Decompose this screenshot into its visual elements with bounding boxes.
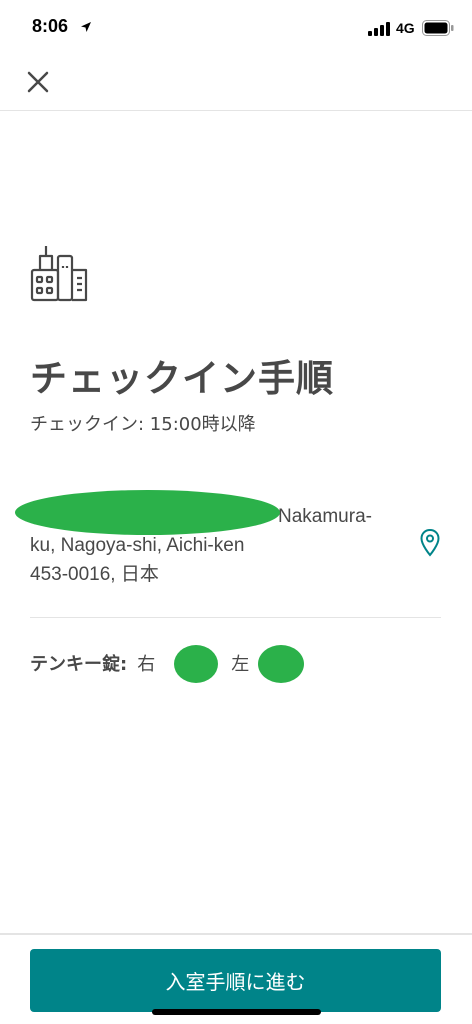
checkin-time: チェックイン: 15:00時以降	[30, 414, 256, 435]
divider	[30, 617, 441, 618]
battery-icon	[422, 20, 454, 36]
map-pin-icon[interactable]	[419, 528, 441, 558]
close-icon	[27, 71, 49, 93]
home-indicator	[152, 1009, 321, 1015]
redaction-mark	[15, 490, 280, 535]
keypad-right-label: 右	[137, 654, 156, 675]
status-bar: 8:06 4G	[0, 0, 472, 58]
redaction-mark	[258, 645, 304, 683]
redaction-mark	[174, 645, 218, 683]
page-title: チェックイン手順	[30, 357, 334, 400]
signal-strength-icon	[368, 22, 390, 36]
location-arrow-icon	[81, 22, 91, 32]
address-line-2: ku, Nagoya-shi, Aichi-ken	[30, 535, 245, 556]
building-icon	[30, 246, 88, 302]
top-nav	[0, 58, 472, 111]
keypad-left-label: 左	[231, 654, 250, 675]
keypad-label: テンキー錠:	[30, 654, 128, 675]
status-time: 8:06	[32, 16, 69, 36]
close-button[interactable]	[20, 64, 56, 100]
network-type: 4G	[396, 20, 415, 36]
proceed-entry-steps-button[interactable]: 入室手順に進む	[30, 949, 441, 1012]
address-line-3: 453-0016, 日本	[30, 564, 159, 585]
